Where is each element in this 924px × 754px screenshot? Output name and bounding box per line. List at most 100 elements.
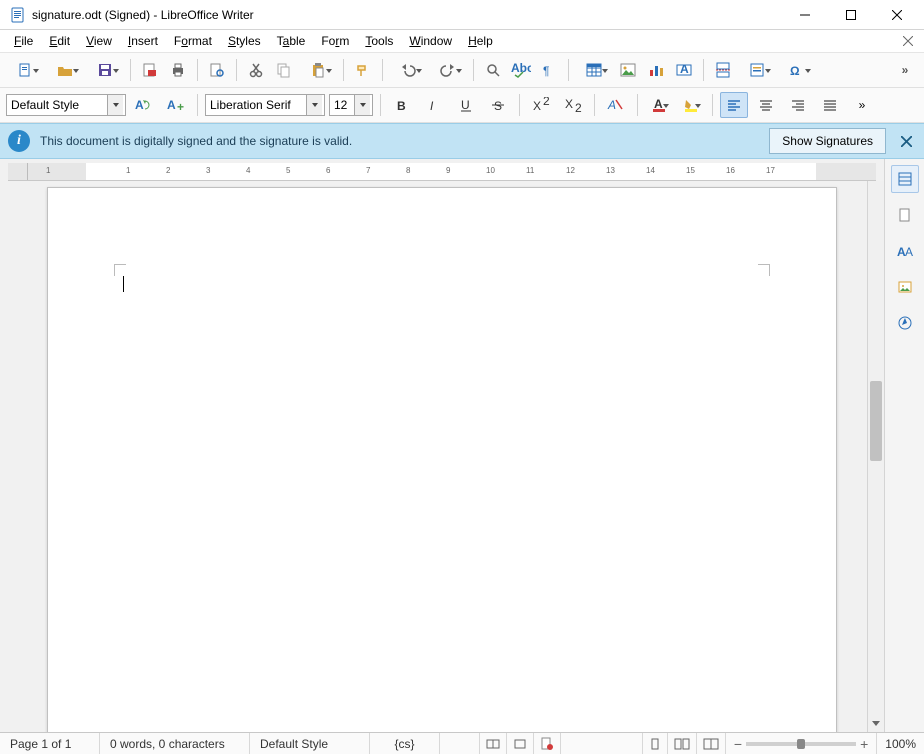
view-multi-page-button[interactable] [668, 733, 697, 754]
new-document-button[interactable] [6, 57, 44, 83]
menu-file[interactable]: File [6, 32, 41, 50]
align-left-button[interactable] [720, 92, 748, 118]
redo-button[interactable] [429, 57, 467, 83]
menu-table[interactable]: Table [269, 32, 314, 50]
subscript-button[interactable]: X2 [559, 92, 587, 118]
insert-table-button[interactable] [575, 57, 613, 83]
zoom-control: − + 100% [726, 733, 924, 754]
window-close-button[interactable] [874, 0, 920, 30]
strikethrough-button[interactable]: S [484, 92, 512, 118]
font-size-input[interactable] [330, 95, 354, 115]
document-page[interactable] [47, 187, 837, 732]
clear-formatting-button[interactable]: A [602, 92, 630, 118]
menu-form[interactable]: Form [313, 32, 357, 50]
sidebar-gallery-button[interactable] [891, 273, 919, 301]
insert-page-break-button[interactable] [710, 57, 736, 83]
insert-special-char-button[interactable]: Ω [778, 57, 816, 83]
ruler-tick: 13 [606, 166, 615, 175]
view-book-button[interactable] [697, 733, 726, 754]
status-language[interactable]: {cs} [370, 733, 440, 754]
underline-button[interactable]: U [452, 92, 480, 118]
new-style-button[interactable]: A+ [162, 92, 190, 118]
status-insert-mode[interactable] [480, 733, 507, 754]
sidebar-navigator-button[interactable] [891, 309, 919, 337]
align-right-button[interactable] [784, 92, 812, 118]
status-page-style[interactable]: Default Style [250, 733, 370, 754]
spellcheck-button[interactable]: Abc [508, 57, 534, 83]
fmtbar-overflow-button[interactable]: » [848, 92, 876, 118]
sidebar-page-button[interactable] [891, 201, 919, 229]
export-pdf-button[interactable] [137, 57, 163, 83]
zoom-out-button[interactable]: − [734, 736, 742, 752]
paragraph-style-combo[interactable] [6, 94, 126, 116]
status-word-count[interactable]: 0 words, 0 characters [100, 733, 250, 754]
menu-insert[interactable]: Insert [120, 32, 166, 50]
font-color-button[interactable]: A [645, 92, 673, 118]
menu-format[interactable]: Format [166, 32, 220, 50]
status-signature-indicator[interactable] [534, 733, 561, 754]
font-name-dropdown[interactable] [306, 95, 322, 115]
window-minimize-button[interactable] [782, 0, 828, 30]
font-size-dropdown[interactable] [354, 95, 370, 115]
svg-text:B: B [397, 99, 406, 113]
vertical-scrollbar[interactable] [867, 181, 884, 732]
insert-chart-button[interactable] [643, 57, 669, 83]
ruler-tick: 14 [646, 166, 655, 175]
zoom-slider[interactable] [746, 742, 856, 746]
paragraph-style-dropdown[interactable] [107, 95, 123, 115]
status-page[interactable]: Page 1 of 1 [0, 733, 100, 754]
status-selection-mode[interactable] [507, 733, 534, 754]
menu-view[interactable]: View [78, 32, 120, 50]
horizontal-ruler[interactable]: 1 1 2 3 4 5 6 7 8 9 10 11 12 13 14 15 16… [8, 163, 876, 181]
copy-button[interactable] [271, 57, 297, 83]
scrollbar-down-arrow[interactable] [868, 715, 884, 732]
find-replace-button[interactable] [480, 57, 506, 83]
italic-button[interactable]: I [420, 92, 448, 118]
align-justify-button[interactable] [816, 92, 844, 118]
svg-text:2: 2 [543, 97, 550, 108]
font-name-combo[interactable] [205, 94, 325, 116]
window-maximize-button[interactable] [828, 0, 874, 30]
margin-corner-icon [758, 264, 770, 276]
ruler-tick: 3 [206, 166, 210, 175]
insert-textbox-button[interactable]: A [671, 57, 697, 83]
formatting-marks-button[interactable]: ¶ [536, 57, 562, 83]
infobar-close-button[interactable] [896, 131, 916, 151]
sidebar-properties-button[interactable] [891, 165, 919, 193]
menu-tools[interactable]: Tools [357, 32, 401, 50]
bold-button[interactable]: B [388, 92, 416, 118]
zoom-percent[interactable]: 100% [885, 737, 916, 751]
menu-edit[interactable]: Edit [41, 32, 78, 50]
svg-text:U: U [461, 98, 470, 112]
zoom-in-button[interactable]: + [860, 736, 868, 752]
insert-image-button[interactable] [615, 57, 641, 83]
menu-help[interactable]: Help [460, 32, 501, 50]
font-size-combo[interactable] [329, 94, 373, 116]
print-button[interactable] [165, 57, 191, 83]
update-style-button[interactable]: A [130, 92, 158, 118]
print-preview-button[interactable] [204, 57, 230, 83]
insert-field-button[interactable] [738, 57, 776, 83]
paragraph-style-input[interactable] [7, 95, 107, 115]
menu-styles[interactable]: Styles [220, 32, 269, 50]
open-button[interactable] [46, 57, 84, 83]
superscript-button[interactable]: X2 [527, 92, 555, 118]
toolbar-overflow-button[interactable]: » [892, 57, 918, 83]
align-center-button[interactable] [752, 92, 780, 118]
svg-text:A: A [905, 245, 913, 259]
cut-button[interactable] [243, 57, 269, 83]
menu-window[interactable]: Window [401, 32, 460, 50]
clone-formatting-button[interactable] [350, 57, 376, 83]
show-signatures-button[interactable]: Show Signatures [769, 128, 886, 154]
sidebar-styles-button[interactable]: AA [891, 237, 919, 265]
undo-button[interactable] [389, 57, 427, 83]
save-button[interactable] [86, 57, 124, 83]
svg-text:A: A [654, 97, 663, 111]
scrollbar-thumb[interactable] [870, 381, 882, 461]
close-document-button[interactable] [898, 31, 918, 51]
svg-text:X: X [533, 99, 541, 113]
font-name-input[interactable] [206, 95, 306, 115]
highlight-color-button[interactable] [677, 92, 705, 118]
view-single-page-button[interactable] [643, 733, 668, 754]
paste-button[interactable] [299, 57, 337, 83]
